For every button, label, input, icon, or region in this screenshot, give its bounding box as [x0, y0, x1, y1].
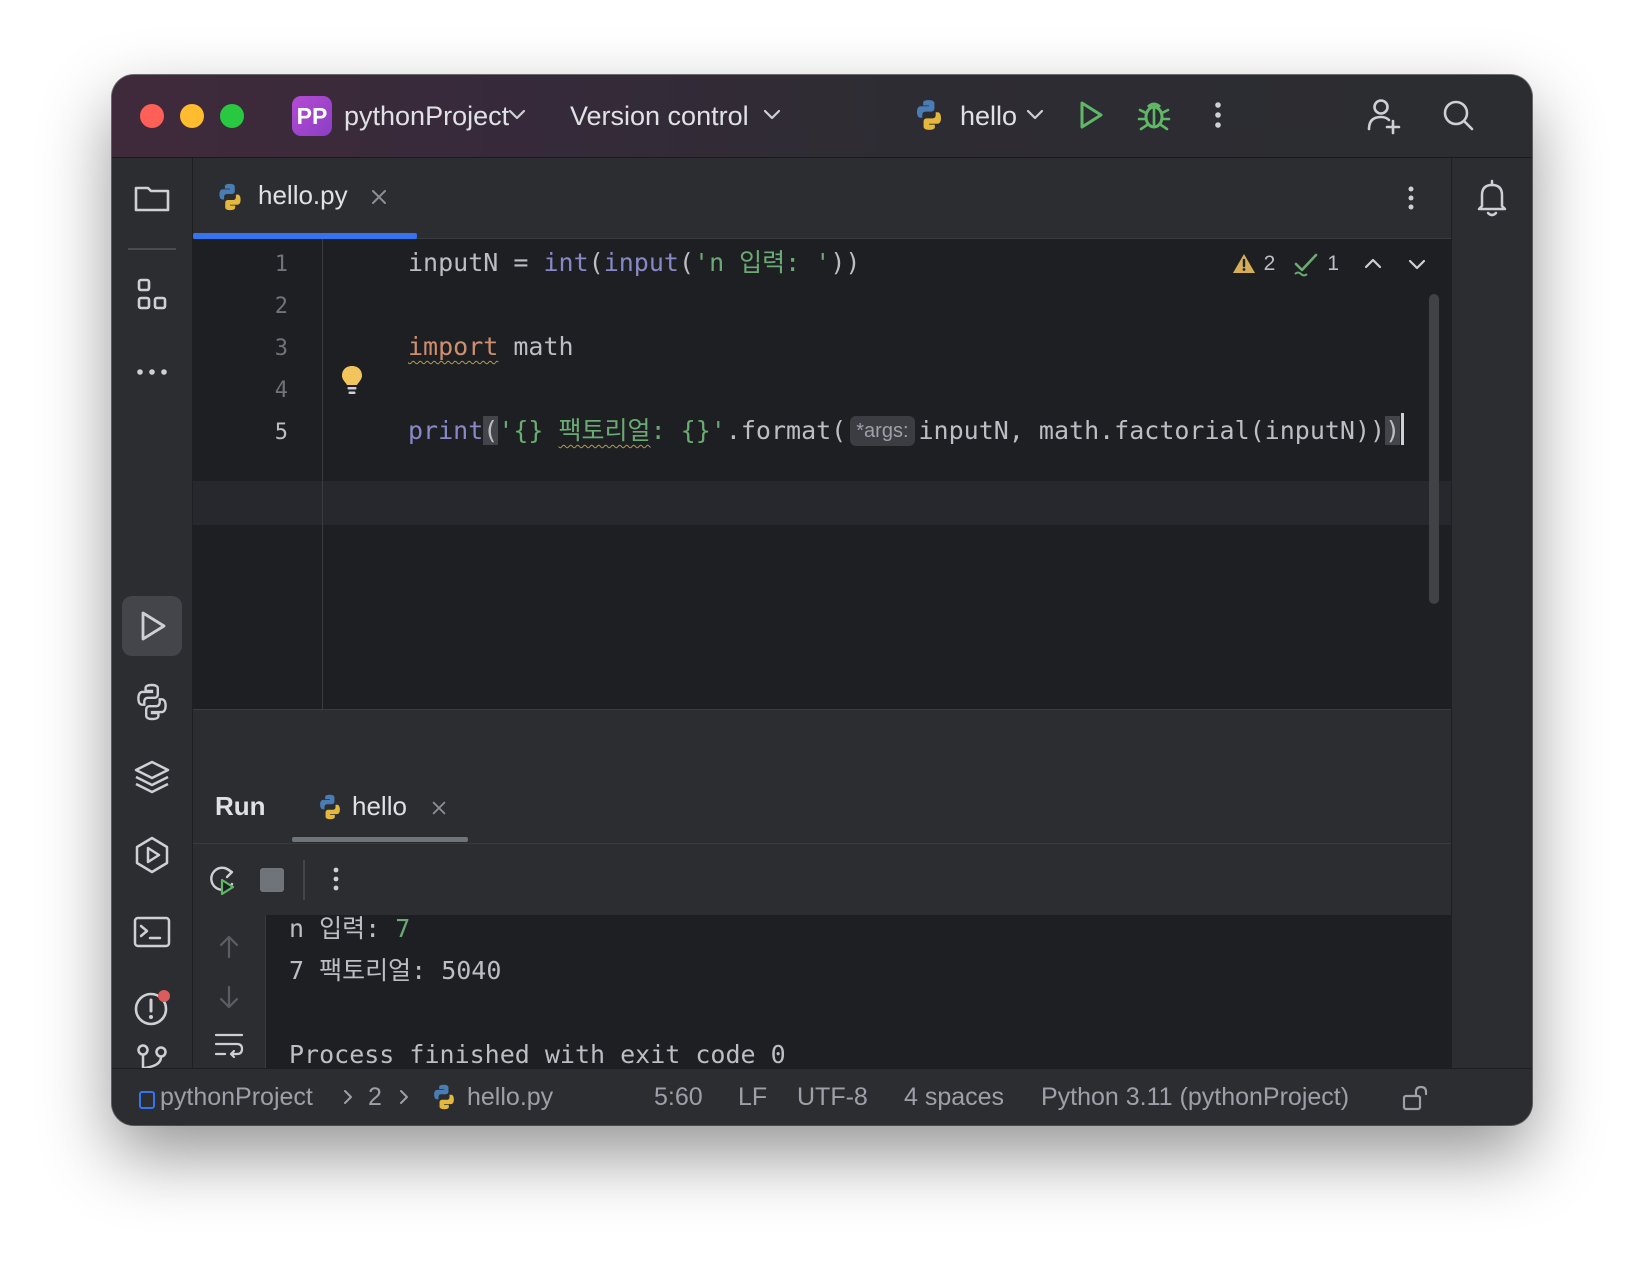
run-console[interactable]: n 입력: 7 7 팩토리얼: 5040 Process finished wi… [193, 914, 1451, 1069]
run-tab-hello[interactable]: hello [292, 769, 468, 843]
right-tool-strip [1451, 158, 1532, 1068]
project-folder-icon[interactable] [130, 176, 174, 220]
left-tool-strip [112, 158, 193, 1082]
run-icon[interactable] [1070, 95, 1110, 135]
structure-icon[interactable] [130, 273, 174, 317]
project-selector[interactable]: pythonProject [344, 97, 509, 135]
arrow-up-icon[interactable] [215, 933, 243, 961]
inspection-widget[interactable]: 2 1 [1232, 249, 1429, 279]
weak-warning-check-icon [1294, 253, 1318, 277]
text-caret [1401, 413, 1405, 445]
active-run-tab-indicator [292, 837, 468, 842]
caret-position[interactable]: 5:60 [654, 1081, 703, 1113]
tool-window-separator [193, 709, 1451, 770]
status-bar: pythonProject 2 hello.py 5:60 LF UTF-8 4… [112, 1068, 1532, 1125]
chevron-right-icon [344, 1090, 352, 1104]
current-line-highlight [193, 481, 1451, 525]
line-number: 4 [274, 378, 288, 403]
run-configuration-selector[interactable]: hello [960, 97, 1017, 135]
tab-hello-py[interactable]: hello.py [193, 158, 417, 238]
code-line-1: inputN = int(input('n 입력: ')) [408, 248, 861, 277]
editor-scrollbar[interactable] [1429, 294, 1439, 604]
title-bar: PP pythonProject Version control hello [112, 75, 1532, 158]
python-file-icon [219, 183, 241, 211]
zoom-window-button[interactable] [220, 104, 244, 128]
more-vertical-icon[interactable] [1393, 180, 1429, 216]
soft-wrap-icon[interactable] [213, 1030, 245, 1060]
python-icon [320, 794, 340, 820]
chevron-down-icon[interactable] [1405, 252, 1429, 276]
tab-label: hello.py [258, 180, 348, 210]
intention-bulb-icon[interactable] [339, 364, 365, 398]
run-tool-icon[interactable] [130, 604, 174, 648]
line-number: 1 [274, 252, 288, 277]
services-icon[interactable] [130, 833, 174, 877]
breadcrumb-file[interactable]: hello.py [467, 1081, 553, 1113]
code-editor[interactable]: 1 2 3 4 5 inputN = int(input('n 입력: ')) … [193, 239, 1451, 709]
indent-setting[interactable]: 4 spaces [904, 1081, 1004, 1113]
warning-count: 2 [1263, 252, 1276, 275]
run-toolbar [193, 843, 1451, 916]
more-vertical-icon[interactable] [1198, 95, 1238, 135]
problems-icon[interactable] [130, 986, 174, 1030]
weak-warning-count: 1 [1327, 252, 1339, 275]
minimize-window-button[interactable] [180, 104, 204, 128]
run-tool-title: Run [215, 791, 266, 821]
run-tool-window-header: Run hello [193, 769, 1451, 843]
rerun-icon[interactable] [205, 862, 239, 896]
breadcrumb-project[interactable]: pythonProject [160, 1081, 313, 1113]
parameter-hint: *args: [850, 416, 915, 446]
stop-icon[interactable] [260, 868, 284, 892]
line-number-current: 5 [274, 420, 288, 445]
add-user-icon[interactable] [1364, 95, 1404, 135]
toolbar-separator [303, 860, 305, 900]
terminal-icon[interactable] [130, 910, 174, 954]
chevron-down-icon[interactable] [1023, 102, 1047, 126]
project-badge[interactable]: PP [292, 96, 332, 136]
more-horizontal-icon[interactable] [130, 350, 174, 394]
separator [128, 248, 176, 250]
code-line-3: import math [408, 332, 574, 361]
python-interpreter[interactable]: Python 3.11 (pythonProject) [1041, 1081, 1349, 1113]
close-window-button[interactable] [140, 104, 164, 128]
code-line-5: print('{} 팩토리얼: {}'.format(*args: inputN,… [408, 409, 1405, 453]
python-file-icon [434, 1084, 454, 1110]
debug-icon[interactable] [1134, 95, 1174, 135]
console-gutter [193, 915, 266, 1068]
line-number: 2 [274, 294, 288, 319]
chevron-right-icon [400, 1090, 408, 1104]
close-tab-icon[interactable] [430, 799, 448, 817]
chevron-up-icon[interactable] [1361, 252, 1385, 276]
warning-icon [1232, 254, 1255, 273]
python-icon [916, 100, 942, 130]
ide-window: PP pythonProject Version control hello h… [112, 75, 1532, 1125]
search-icon[interactable] [1438, 95, 1478, 135]
breadcrumb-folder[interactable]: 2 [368, 1081, 382, 1113]
line-separator[interactable]: LF [738, 1081, 767, 1113]
arrow-down-icon[interactable] [215, 983, 243, 1011]
project-module-icon [139, 1091, 155, 1109]
close-tab-icon[interactable] [369, 187, 389, 207]
run-tab-label: hello [352, 791, 407, 821]
chevron-down-icon[interactable] [760, 102, 784, 126]
editor-tab-strip: hello.py [193, 158, 1451, 239]
line-number: 3 [274, 336, 288, 361]
console-line-2: 7 팩토리얼: 5040 [289, 956, 502, 985]
python-console-icon[interactable] [130, 680, 174, 724]
python-packages-icon[interactable] [130, 756, 174, 800]
file-encoding[interactable]: UTF-8 [797, 1081, 868, 1113]
version-control-menu[interactable]: Version control [570, 97, 749, 135]
unlocked-icon[interactable] [1400, 1083, 1430, 1113]
console-line-1: n 입력: 7 [289, 914, 411, 943]
gutter-divider [322, 239, 323, 709]
notifications-bell-icon[interactable] [1470, 176, 1514, 220]
more-vertical-icon[interactable] [319, 862, 353, 896]
chevron-down-icon[interactable] [505, 102, 529, 126]
